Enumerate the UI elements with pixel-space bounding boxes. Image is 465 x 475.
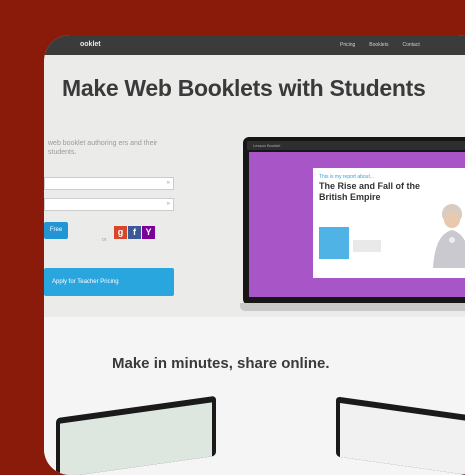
app-name: Lesson Booklet	[253, 143, 281, 148]
nav-link-contact[interactable]: Contact	[402, 42, 419, 48]
slide-title: The Rise and Fall of the British Empire	[319, 181, 421, 202]
nav-links: Pricing Booklets Contact	[340, 42, 420, 48]
name-input[interactable]: »	[44, 177, 174, 190]
slide-thumbnail	[353, 240, 381, 252]
nav-link-pricing[interactable]: Pricing	[340, 42, 355, 48]
website-card: ooklet Pricing Booklets Contact Make Web…	[44, 35, 465, 475]
google-plus-icon[interactable]: g	[114, 226, 127, 239]
booklet-slide: This is my report about... The Rise and …	[313, 168, 465, 278]
top-navbar: ooklet Pricing Booklets Contact	[44, 35, 465, 55]
try-free-button[interactable]: Free	[44, 222, 68, 239]
laptop-base	[240, 303, 465, 311]
app-toolbar: Lesson Booklet	[247, 141, 465, 150]
yahoo-icon[interactable]: Y	[142, 226, 155, 239]
or-separator: or	[102, 237, 107, 243]
teacher-pricing-button[interactable]: Apply for Teacher Pricing	[44, 268, 174, 296]
hero-title: Make Web Booklets with Students	[62, 75, 426, 101]
facebook-icon[interactable]: f	[128, 226, 141, 239]
section-title: Make in minutes, share online.	[112, 355, 330, 372]
portrait-image	[433, 204, 465, 268]
nav-link-booklets[interactable]: Booklets	[369, 42, 388, 48]
slide-text-box	[319, 227, 349, 259]
dropdown-chevron-icon: »	[166, 201, 170, 207]
booklet-canvas: This is my report about... The Rise and …	[249, 152, 465, 297]
dropdown-chevron-icon: »	[166, 180, 170, 186]
laptop-screen-preview: Lesson Booklet This is my report about..…	[243, 137, 465, 305]
email-input[interactable]: »	[44, 198, 174, 211]
hero-subtitle: web booklet authoring ers and their stud…	[48, 140, 158, 156]
brand-logo[interactable]: ooklet	[80, 41, 101, 48]
slide-pretitle: This is my report about...	[319, 174, 375, 180]
